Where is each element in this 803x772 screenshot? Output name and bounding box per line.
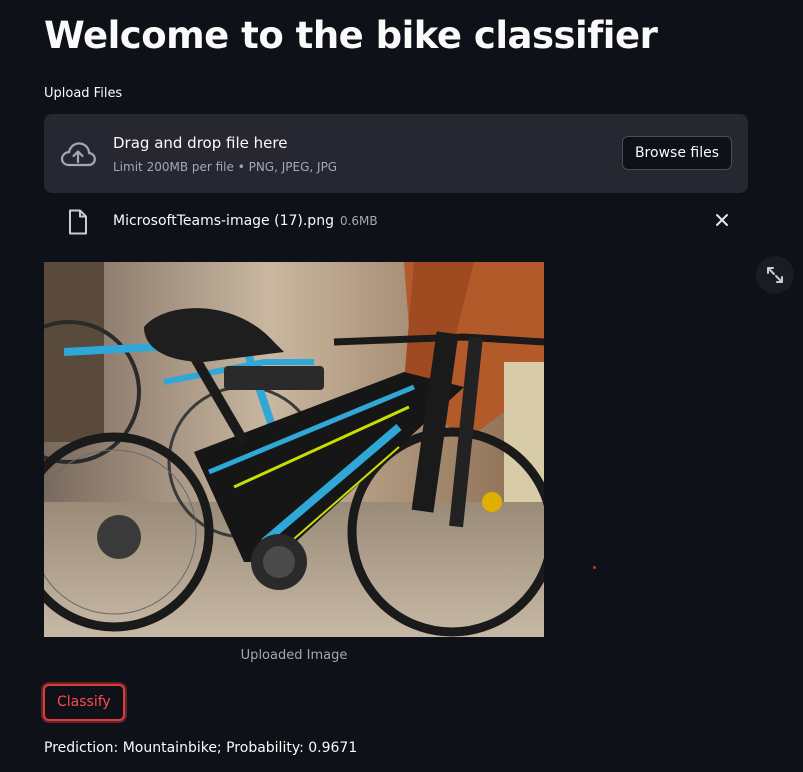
image-caption: Uploaded Image	[240, 648, 348, 663]
cursor-dot	[593, 566, 596, 569]
fullscreen-button[interactable]	[756, 256, 794, 294]
dropzone-limit-text: Limit 200MB per file • PNG, JPEG, JPG	[113, 160, 338, 174]
prediction-result: Prediction: Mountainbike; Probability: 0…	[44, 740, 358, 756]
close-icon[interactable]	[714, 212, 730, 228]
expand-icon	[767, 267, 783, 283]
uploaded-file-row: MicrosoftTeams-image (17).png 0.6MB	[44, 205, 748, 239]
file-size: 0.6MB	[339, 214, 378, 228]
classify-button[interactable]: Classify	[43, 684, 125, 721]
page-title: Welcome to the bike classifier	[44, 14, 658, 57]
cloud-upload-icon	[60, 142, 96, 167]
uploaded-image	[44, 262, 544, 637]
file-dropzone[interactable]: Drag and drop file here Limit 200MB per …	[44, 114, 748, 193]
upload-label: Upload Files	[44, 86, 123, 101]
dropzone-title: Drag and drop file here	[113, 134, 288, 152]
file-name-text: MicrosoftTeams-image (17).png	[113, 213, 334, 229]
browse-files-button[interactable]: Browse files	[621, 136, 732, 170]
uploaded-file-name: MicrosoftTeams-image (17).png 0.6MB	[113, 213, 378, 229]
file-icon	[69, 209, 87, 235]
